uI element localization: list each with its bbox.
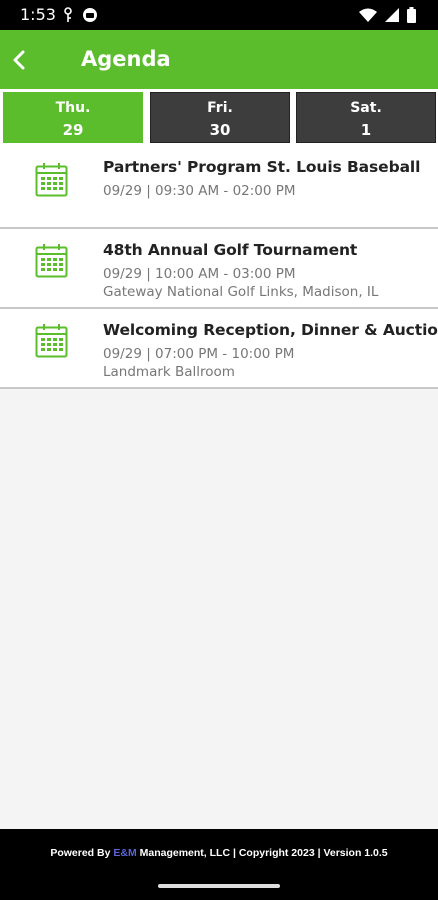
calendar-icon xyxy=(35,244,68,278)
footer-suffix: Management, LLC | Copyright 2023 | Versi… xyxy=(136,847,388,859)
event-location: Landmark Ballroom xyxy=(103,364,235,380)
vpn-key-icon xyxy=(62,7,74,28)
wifi-icon xyxy=(359,8,377,27)
status-bar: 1:53 xyxy=(0,0,438,30)
list-item[interactable]: Welcoming Reception, Dinner & Auctions 0… xyxy=(0,309,438,389)
tab-day-name: Fri. xyxy=(207,100,233,116)
calendar-icon xyxy=(35,324,68,358)
event-title: Partners' Program St. Louis Baseball xyxy=(103,158,421,176)
back-button[interactable] xyxy=(6,44,36,74)
agenda-list: Partners' Program St. Louis Baseball 09/… xyxy=(0,146,438,389)
day-tabs: Thu. 29 Fri. 30 Sat. 1 xyxy=(0,89,438,146)
chevron-left-icon xyxy=(13,50,25,70)
tab-day-name: Thu. xyxy=(55,100,91,116)
media-icon xyxy=(82,7,98,28)
page-title: Agenda xyxy=(81,47,171,71)
event-title: 48th Annual Golf Tournament xyxy=(103,241,358,259)
footer-brand: E&M xyxy=(113,847,137,859)
tab-day-number: 1 xyxy=(360,121,372,139)
tab-saturday[interactable]: Sat. 1 xyxy=(296,92,436,143)
tab-day-name: Sat. xyxy=(350,100,382,116)
app-bar: Agenda xyxy=(0,30,438,89)
footer: Powered By E&M Management, LLC | Copyrig… xyxy=(0,829,438,900)
tab-thursday[interactable]: Thu. 29 xyxy=(3,92,143,143)
footer-prefix: Powered By xyxy=(50,847,114,859)
footer-credits: Powered By E&M Management, LLC | Copyrig… xyxy=(0,847,438,859)
list-item[interactable]: Partners' Program St. Louis Baseball 09/… xyxy=(0,146,438,229)
tab-day-number: 29 xyxy=(62,121,84,139)
event-title: Welcoming Reception, Dinner & Auctions xyxy=(103,321,438,339)
calendar-icon xyxy=(35,163,68,197)
status-time: 1:53 xyxy=(20,5,56,24)
battery-icon xyxy=(407,7,416,28)
event-time: 09/29 | 09:30 AM - 02:00 PM xyxy=(103,183,296,199)
event-time: 09/29 | 10:00 AM - 03:00 PM xyxy=(103,266,296,282)
signal-icon xyxy=(385,8,399,27)
event-time: 09/29 | 07:00 PM - 10:00 PM xyxy=(103,346,295,362)
list-item[interactable]: 48th Annual Golf Tournament 09/29 | 10:0… xyxy=(0,229,438,309)
tab-day-number: 30 xyxy=(209,121,231,139)
event-location: Gateway National Golf Links, Madison, IL xyxy=(103,284,379,300)
tab-friday[interactable]: Fri. 30 xyxy=(150,92,290,143)
home-indicator[interactable] xyxy=(158,884,280,888)
